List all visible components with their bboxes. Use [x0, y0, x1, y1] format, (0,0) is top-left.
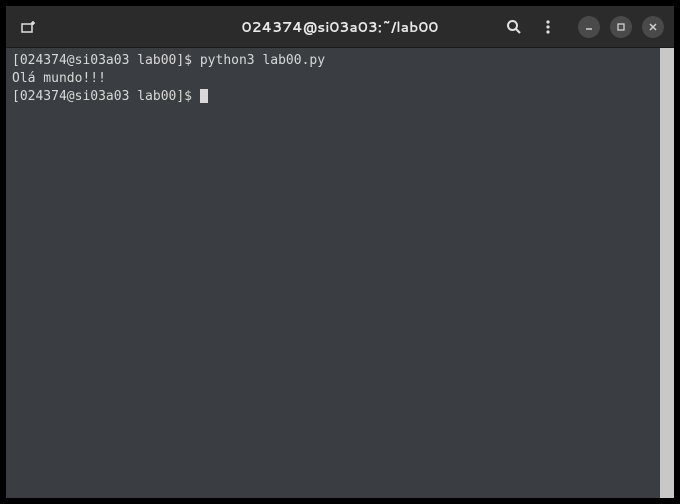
shell-prompt: [024374@si03a03 lab00]$ — [12, 89, 200, 104]
search-button[interactable] — [504, 17, 524, 37]
new-tab-button[interactable] — [16, 15, 40, 39]
close-icon — [648, 22, 658, 32]
terminal-line: [024374@si03a03 lab00]$ — [12, 88, 654, 106]
new-tab-icon — [20, 19, 36, 35]
kebab-menu-icon — [540, 19, 556, 35]
window-inner: 024374@si03a03:~/lab00 — [6, 6, 674, 498]
titlebar: 024374@si03a03:~/lab00 — [6, 6, 674, 48]
terminal-window: 024374@si03a03:~/lab00 — [0, 0, 680, 504]
minimize-icon — [584, 22, 594, 32]
maximize-icon — [616, 22, 626, 32]
minimize-button[interactable] — [578, 16, 600, 38]
terminal-content[interactable]: [024374@si03a03 lab00]$ python3 lab00.py… — [6, 48, 660, 498]
maximize-button[interactable] — [610, 16, 632, 38]
output-text: Olá mundo!!! — [12, 71, 106, 86]
command-text: python3 lab00.py — [200, 53, 325, 68]
terminal-line: Olá mundo!!! — [12, 70, 654, 88]
menu-button[interactable] — [538, 17, 558, 37]
close-button[interactable] — [642, 16, 664, 38]
terminal-area[interactable]: [024374@si03a03 lab00]$ python3 lab00.py… — [6, 48, 674, 498]
window-controls — [578, 16, 664, 38]
shell-prompt: [024374@si03a03 lab00]$ — [12, 53, 200, 68]
titlebar-right — [504, 16, 664, 38]
terminal-line: [024374@si03a03 lab00]$ python3 lab00.py — [12, 52, 654, 70]
window-title: 024374@si03a03:~/lab00 — [242, 17, 439, 37]
search-icon — [506, 19, 522, 35]
cursor — [200, 89, 208, 103]
titlebar-left — [16, 15, 40, 39]
scrollbar[interactable] — [660, 48, 674, 498]
